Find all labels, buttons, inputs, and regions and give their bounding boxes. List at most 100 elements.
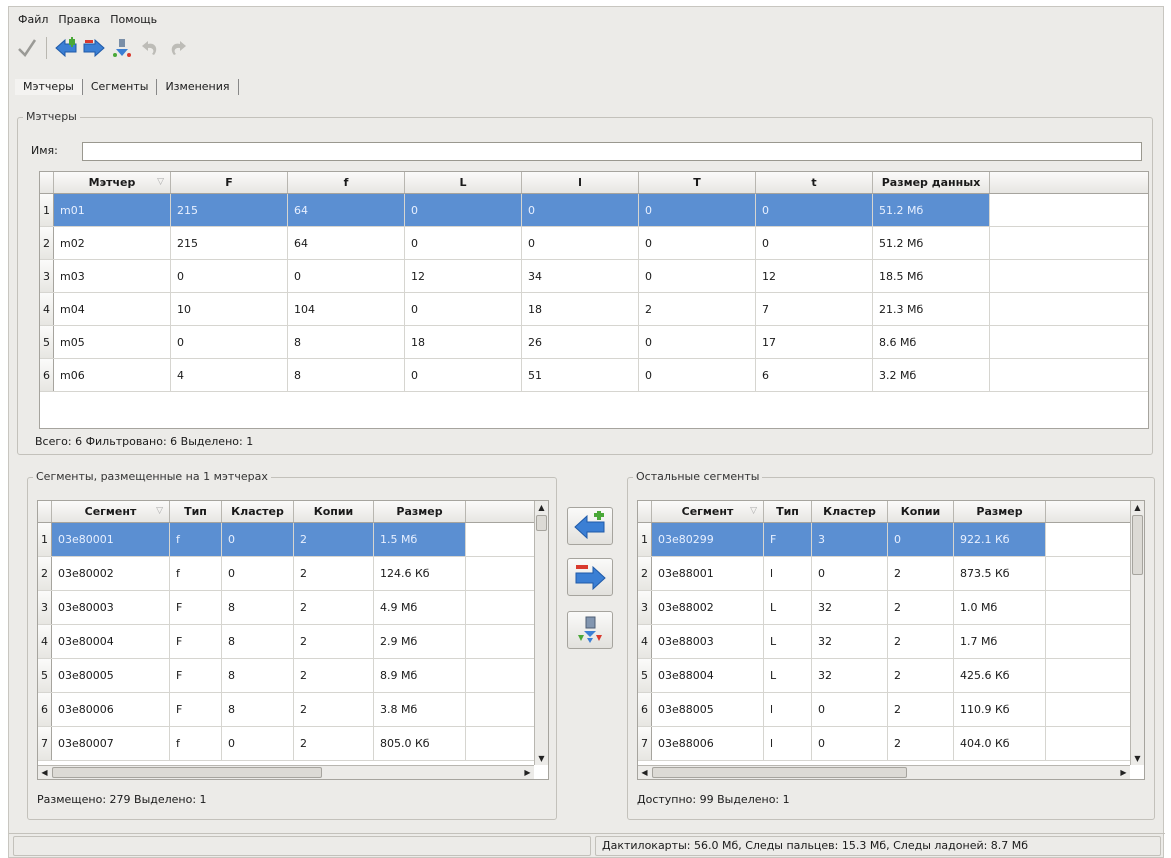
scroll-left-icon[interactable]: ◀ — [38, 766, 51, 779]
table-row[interactable]: 6 03e80006 F 8 2 3.8 Мб — [38, 693, 548, 727]
table-row[interactable]: 5 03e88004 L 32 2 425.6 Кб — [638, 659, 1144, 693]
table-row[interactable]: 7 03e80007 f 0 2 805.0 Кб — [38, 727, 548, 761]
table-header: Сегмент ▽ Тип Кластер Копии Размер — [638, 501, 1144, 523]
vertical-scrollbar[interactable]: ▲ ▼ — [1130, 501, 1144, 765]
tab-matchers[interactable]: Мэтчеры — [15, 79, 83, 95]
table-row[interactable]: 3 m03 0 0 12 34 0 12 18.5 Мб — [40, 260, 1148, 293]
distribute-button[interactable] — [567, 611, 613, 649]
scroll-down-icon[interactable]: ▼ — [535, 752, 548, 765]
vertical-scrollbar[interactable]: ▲ ▼ — [534, 501, 548, 765]
table-cell: 51.2 Мб — [873, 194, 990, 226]
table-row[interactable]: 2 03e88001 l 0 2 873.5 Кб — [638, 557, 1144, 591]
table-cell: 32 — [812, 659, 888, 692]
table-row[interactable]: 3 03e80003 F 8 2 4.9 Мб — [38, 591, 548, 625]
table-cell: F — [170, 625, 222, 658]
column-header[interactable]: Копии — [294, 501, 374, 522]
redo-icon[interactable] — [166, 36, 190, 60]
horizontal-scrollbar[interactable]: ◀ ▶ — [38, 765, 534, 779]
menu-file[interactable]: Файл — [13, 13, 53, 26]
table-cell: 2 — [294, 625, 374, 658]
column-header[interactable]: T — [639, 172, 756, 193]
column-header[interactable]: Размер — [374, 501, 466, 522]
table-cell: 110.9 Кб — [954, 693, 1046, 726]
table-cell: 0 — [522, 227, 639, 259]
table-cell: 0 — [405, 359, 522, 391]
column-header[interactable]: t — [756, 172, 873, 193]
column-header[interactable]: Размер — [954, 501, 1046, 522]
add-segment-button[interactable] — [567, 507, 613, 545]
column-header-label: F — [225, 176, 233, 189]
table-row[interactable]: 1 m01 215 64 0 0 0 0 51.2 Мб — [40, 194, 1148, 227]
table-row[interactable]: 1 03e80001 f 0 2 1.5 Мб — [38, 523, 548, 557]
table-cell: m02 — [54, 227, 171, 259]
vertical-scroll-thumb[interactable] — [536, 515, 547, 531]
column-header[interactable]: Сегмент ▽ — [52, 501, 170, 522]
placed-summary: Размещено: 279 Выделено: 1 — [37, 793, 207, 806]
table-cell: 425.6 Кб — [954, 659, 1046, 692]
table-cell: 0 — [222, 557, 294, 590]
table-row[interactable]: 5 03e80005 F 8 2 8.9 Мб — [38, 659, 548, 693]
scroll-down-icon[interactable]: ▼ — [1131, 752, 1144, 765]
table-cell: 2 — [888, 591, 954, 624]
table-row[interactable]: 7 03e88006 l 0 2 404.0 Кб — [638, 727, 1144, 761]
table-cell: m05 — [54, 326, 171, 358]
table-row[interactable]: 6 m06 4 8 0 51 0 6 3.2 Мб — [40, 359, 1148, 392]
menu-edit[interactable]: Правка — [53, 13, 105, 26]
scroll-right-icon[interactable]: ▶ — [521, 766, 534, 779]
merge-down-icon[interactable] — [110, 36, 134, 60]
table-cell: 2 — [294, 557, 374, 590]
scroll-right-icon[interactable]: ▶ — [1117, 766, 1130, 779]
column-header[interactable]: Размер данных — [873, 172, 990, 193]
tab-changes[interactable]: Изменения — [157, 79, 239, 95]
arrow-right-icon[interactable] — [82, 36, 106, 60]
table-cell: 03e88001 — [652, 557, 764, 590]
table-row[interactable]: 6 03e88005 l 0 2 110.9 Кб — [638, 693, 1144, 727]
name-filter-input[interactable] — [82, 142, 1142, 161]
row-number: 4 — [638, 625, 652, 658]
tab-segments[interactable]: Сегменты — [83, 79, 158, 95]
column-header[interactable]: f — [288, 172, 405, 193]
column-header[interactable]: L — [405, 172, 522, 193]
table-row[interactable]: 1 03e80299 F 3 0 922.1 Кб — [638, 523, 1144, 557]
column-header[interactable]: l — [522, 172, 639, 193]
table-cell: 2 — [294, 693, 374, 726]
horizontal-scrollbar[interactable]: ◀ ▶ — [638, 765, 1130, 779]
table-cell: 404.0 Кб — [954, 727, 1046, 760]
table-row[interactable]: 4 03e88003 L 32 2 1.7 Мб — [638, 625, 1144, 659]
scroll-up-icon[interactable]: ▲ — [1131, 501, 1144, 514]
column-header[interactable]: Кластер — [222, 501, 294, 522]
check-icon[interactable] — [15, 36, 39, 60]
table-row[interactable]: 5 m05 0 8 18 26 0 17 8.6 Мб — [40, 326, 1148, 359]
column-header[interactable]: Сегмент ▽ — [652, 501, 764, 522]
table-row[interactable]: 3 03e88002 L 32 2 1.0 Мб — [638, 591, 1144, 625]
scroll-left-icon[interactable]: ◀ — [638, 766, 651, 779]
toolbar-separator — [46, 37, 47, 59]
row-number: 4 — [40, 293, 54, 325]
column-header-label: Копии — [900, 505, 941, 518]
undo-icon[interactable] — [138, 36, 162, 60]
horizontal-scroll-thumb[interactable] — [652, 767, 907, 778]
arrow-left-icon[interactable] — [54, 36, 78, 60]
column-header[interactable]: Тип — [170, 501, 222, 522]
column-header-label: T — [693, 176, 701, 189]
table-row[interactable]: 2 03e80002 f 0 2 124.6 Кб — [38, 557, 548, 591]
column-header[interactable]: Мэтчер ▽ — [54, 172, 171, 193]
table-row[interactable]: 2 m02 215 64 0 0 0 0 51.2 Мб — [40, 227, 1148, 260]
table-row[interactable]: 4 m04 10 104 0 18 2 7 21.3 Мб — [40, 293, 1148, 326]
table-cell: 3.8 Мб — [374, 693, 466, 726]
table-cell: 64 — [288, 194, 405, 226]
column-header[interactable]: Кластер — [812, 501, 888, 522]
column-header[interactable]: F — [171, 172, 288, 193]
header-corner — [38, 501, 52, 522]
horizontal-scroll-thumb[interactable] — [52, 767, 322, 778]
column-header[interactable]: Тип — [764, 501, 812, 522]
table-cell: 2 — [888, 557, 954, 590]
menu-help[interactable]: Помощь — [105, 13, 162, 26]
remove-segment-button[interactable] — [567, 558, 613, 596]
vertical-scroll-thumb[interactable] — [1132, 515, 1143, 575]
table-cell: 03e88005 — [652, 693, 764, 726]
column-header[interactable]: Копии — [888, 501, 954, 522]
scroll-up-icon[interactable]: ▲ — [535, 501, 548, 514]
table-cell: 03e88003 — [652, 625, 764, 658]
table-row[interactable]: 4 03e80004 F 8 2 2.9 Мб — [38, 625, 548, 659]
